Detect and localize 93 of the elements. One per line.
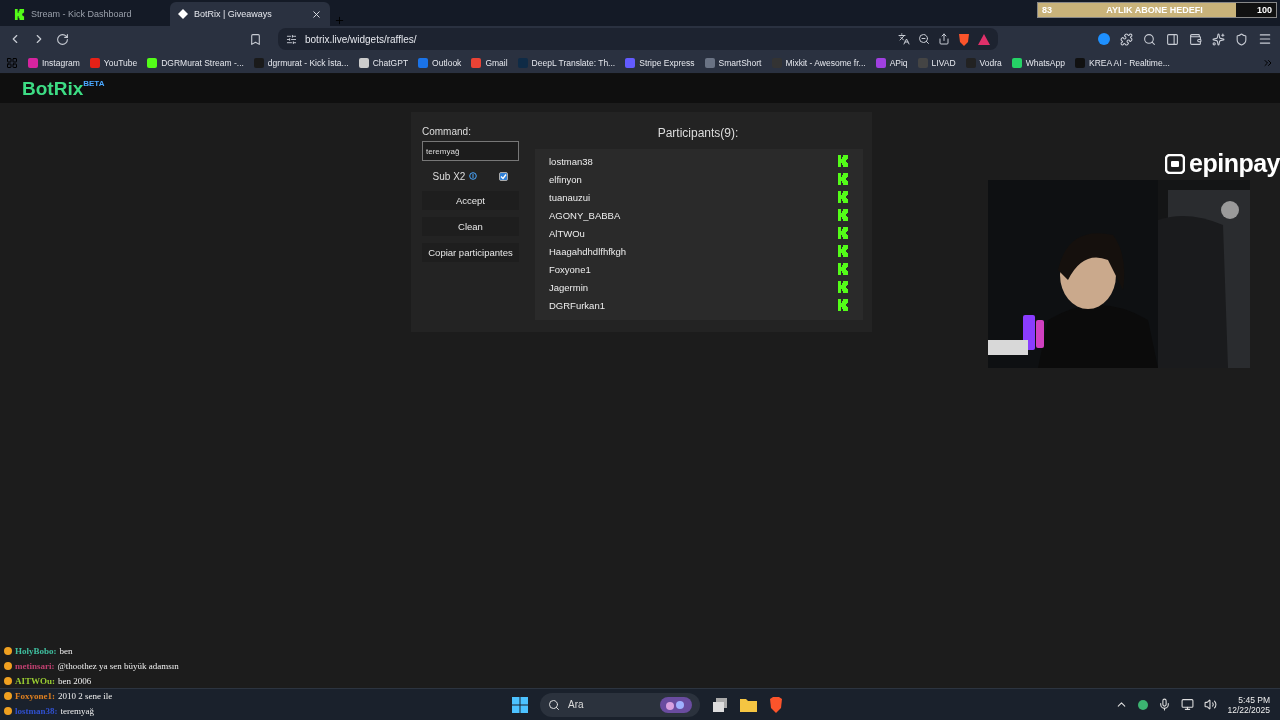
monitor-icon[interactable] <box>1181 698 1195 711</box>
sub-checkbox[interactable] <box>499 171 509 181</box>
close-icon[interactable] <box>311 8 322 20</box>
logo: BotRix <box>22 77 84 100</box>
participant-name: AGONY_BABBA <box>549 209 621 221</box>
sparkles-icon[interactable] <box>1212 32 1225 46</box>
action-button[interactable]: Clean <box>422 217 519 236</box>
command-input[interactable]: teremyağ <box>422 141 519 161</box>
browser-tab[interactable]: BotRix | Giveaways <box>170 2 330 26</box>
kick-icon <box>837 227 849 239</box>
browser-tab[interactable]: Stream - Kick Dashboard <box>6 2 166 26</box>
bookmark-icon[interactable] <box>249 32 262 46</box>
circle-icon[interactable] <box>1098 33 1110 45</box>
status-dot-icon[interactable] <box>1138 699 1149 710</box>
task-view-icon[interactable] <box>712 696 728 713</box>
action-button[interactable]: Copiar participantes <box>422 243 519 262</box>
bookmark-link[interactable]: APiq <box>875 57 908 68</box>
sidebar-icon[interactable] <box>1166 32 1179 46</box>
goal-target: 100 <box>1255 5 1273 15</box>
chat-username: metinsari: <box>15 660 55 671</box>
participant-name: tuanauzui <box>549 191 591 203</box>
microphone-icon[interactable] <box>1158 698 1172 711</box>
bookmark-link[interactable]: ChatGPT <box>358 57 409 68</box>
chat-message: teremyağ <box>60 705 94 716</box>
chat-message: ben 2006 <box>58 675 92 686</box>
clock[interactable]: 5:45 PM 12/22/2025 <box>1227 694 1270 715</box>
participant-name: Jagermin <box>549 281 589 293</box>
sponsor-logo-icon <box>1165 153 1185 174</box>
search-icon <box>548 698 560 711</box>
participant-name: Foxyone1 <box>549 263 591 275</box>
bookmark-link[interactable]: Mixkit - Awesome fr... <box>771 57 866 68</box>
kick-icon <box>14 8 25 20</box>
kick-icon <box>837 155 849 167</box>
vpn-icon[interactable] <box>1235 32 1248 46</box>
kick-icon <box>837 299 849 311</box>
goal-current: 83 <box>1041 5 1053 15</box>
kick-icon <box>837 173 849 185</box>
zoom-out-icon[interactable] <box>918 33 930 45</box>
kick-icon <box>837 245 849 257</box>
search-icon[interactable] <box>1143 32 1156 46</box>
bookmark-link[interactable]: Stripe Express <box>625 57 695 68</box>
goal-label: AYLIK ABONE HEDEFI <box>1105 5 1204 15</box>
share-icon[interactable] <box>938 33 950 45</box>
participants-title: Participants(9): <box>657 126 739 140</box>
translate-icon[interactable] <box>898 33 910 45</box>
site-settings-icon[interactable] <box>286 33 297 45</box>
bookmark-link[interactable]: DGRMurat Stream -... <box>147 57 244 68</box>
participant-name: elfinyon <box>549 173 582 185</box>
sponsor-name: epinpay <box>1189 149 1280 178</box>
participant-name: Haagahdhdlfhfkgh <box>549 245 627 257</box>
menu-icon[interactable] <box>1258 32 1272 46</box>
bookmark-link[interactable]: Vodra <box>965 57 1002 68</box>
folder-icon[interactable] <box>740 697 757 712</box>
bookmark-link[interactable]: YouTube <box>89 57 138 68</box>
participant-name: DGRFurkan1 <box>549 299 605 311</box>
taskbar-search[interactable]: Ara <box>540 692 700 717</box>
bookmark-link[interactable]: Instagram <box>28 57 80 68</box>
diamond-icon <box>178 9 188 19</box>
participant-name: lostman38 <box>549 155 593 167</box>
chat-message: 2010 2 sene ile <box>58 690 113 701</box>
sub-label: Sub X2 <box>432 170 466 182</box>
extensions-icon[interactable] <box>1120 32 1133 46</box>
bookmark-link[interactable]: dgrmurat - Kick İsta... <box>253 57 349 68</box>
chat-username: AITWOu: <box>15 675 55 686</box>
chat-message: ben <box>59 645 73 656</box>
chat-message: @thoothez ya sen büyük adamsın <box>57 660 179 671</box>
kick-icon <box>837 191 849 203</box>
volume-icon[interactable] <box>1204 698 1218 711</box>
chat-username: Foxyone1: <box>15 690 55 701</box>
triangle-icon[interactable] <box>978 33 990 45</box>
kick-icon <box>837 209 849 221</box>
command-label: Command: <box>422 126 472 137</box>
address-bar[interactable]: botrix.live/widgets/raffles/ <box>278 28 998 50</box>
shield-icon[interactable] <box>958 32 970 46</box>
kick-icon <box>837 263 849 275</box>
reload-icon[interactable] <box>56 32 69 46</box>
participant-name: AlTWOu <box>549 227 585 239</box>
kick-icon <box>837 281 849 293</box>
bookmark-link[interactable]: KREA AI - Realtime... <box>1075 57 1170 68</box>
chat-username: lostman38: <box>15 705 58 716</box>
search-highlight-icon <box>660 696 692 713</box>
bookmark-link[interactable]: LIVAD <box>917 57 956 68</box>
bookmark-link[interactable]: DeepL Translate: Th... <box>517 57 616 68</box>
bookmark-link[interactable]: WhatsApp <box>1011 57 1065 68</box>
bookmark-link[interactable]: SmartShort <box>704 57 762 68</box>
info-icon <box>469 172 478 180</box>
chat-username: HolyBobo: <box>15 645 57 656</box>
bookmark-link[interactable]: Gmail <box>471 57 508 68</box>
bookmark-link[interactable]: Outlook <box>418 57 462 68</box>
beta-label: BETA <box>83 79 105 88</box>
action-button[interactable]: Accept <box>422 191 519 210</box>
wallet-icon[interactable] <box>1189 32 1202 46</box>
windows-icon[interactable] <box>512 696 528 713</box>
